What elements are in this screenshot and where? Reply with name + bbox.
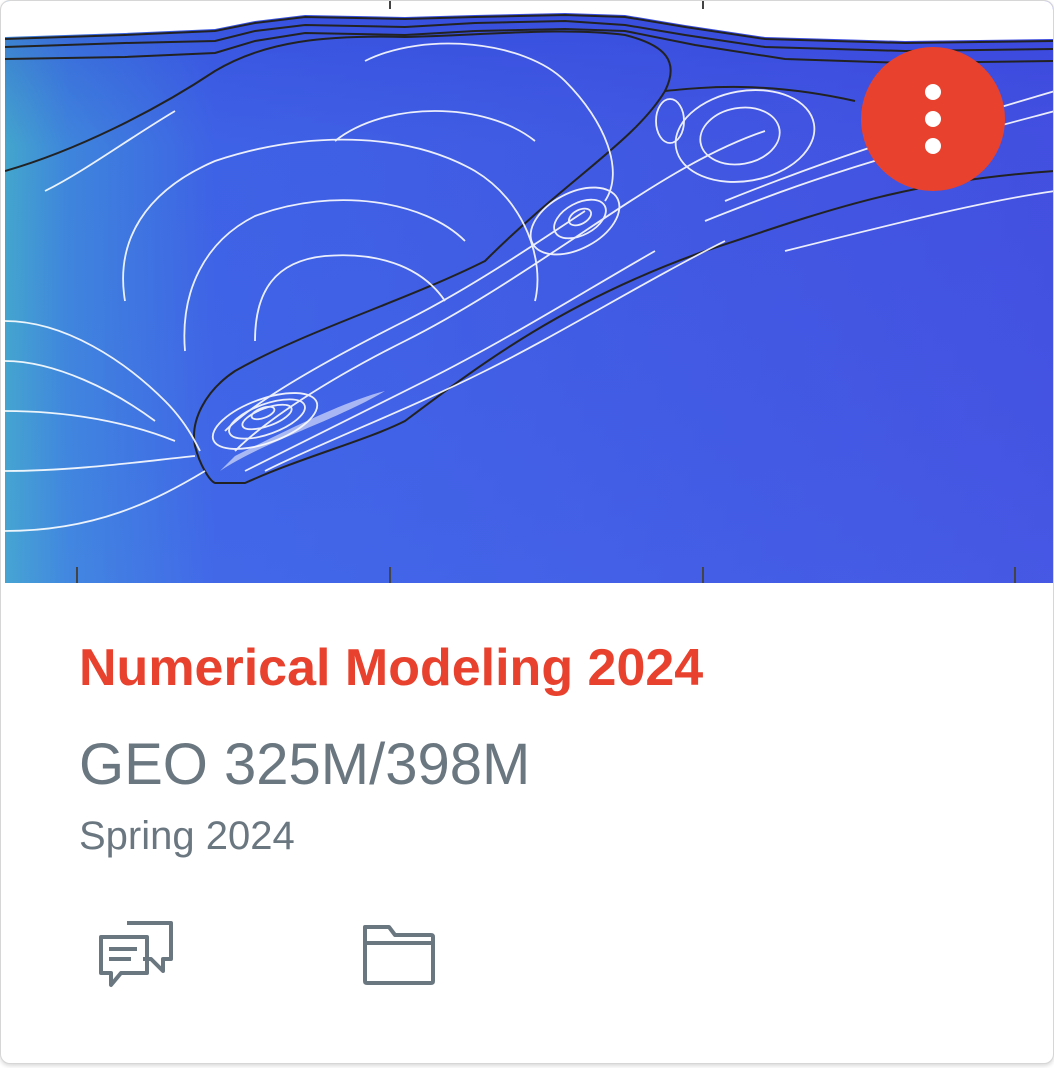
card-options-button[interactable] <box>861 47 1005 191</box>
folder-icon <box>363 925 435 985</box>
course-code: GEO 325M/398M <box>79 732 531 797</box>
discussions-button[interactable] <box>97 915 177 991</box>
discussions-icon <box>99 921 173 987</box>
course-title-link[interactable]: Numerical Modeling 2024 <box>79 633 703 703</box>
course-term: Spring 2024 <box>79 814 295 858</box>
course-card: Numerical Modeling 2024 GEO 325M/398M Sp… <box>0 0 1054 1064</box>
files-button[interactable] <box>361 921 437 989</box>
